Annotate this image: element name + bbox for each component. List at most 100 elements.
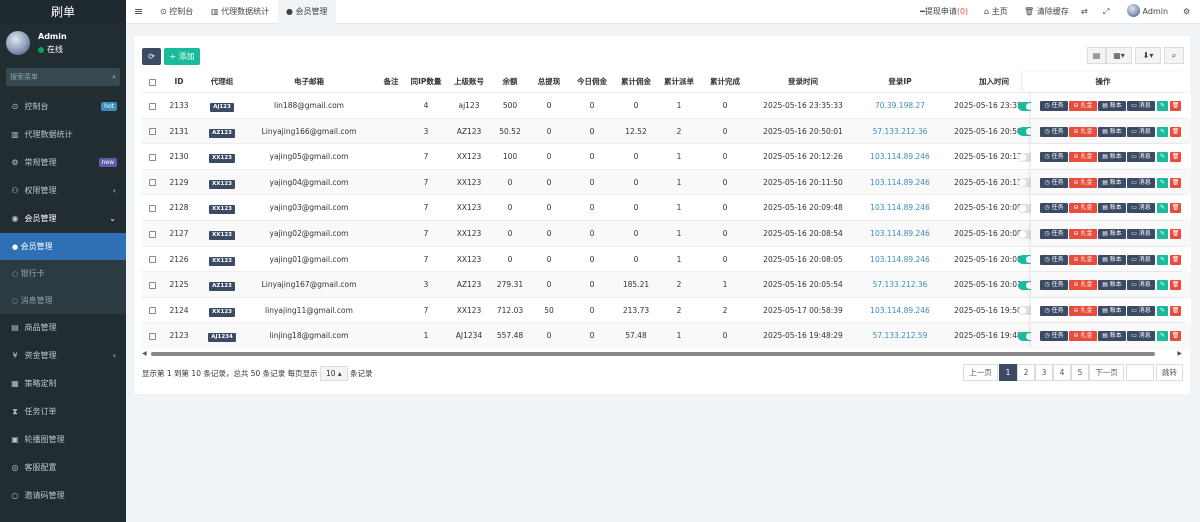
op-button-1[interactable]: ⊖ 扎金 [1069,280,1097,291]
menu-toggle-icon[interactable]: ≡ [134,0,143,24]
checkbox-icon[interactable] [148,78,156,86]
cell-login-ip[interactable]: 103.114.89.246 [860,195,940,220]
table-row[interactable]: 2133 Aj123 lin188@gmail.com 4 aj123 500 0 0 0 1 0 2… [142,92,1191,118]
table-row[interactable]: 2128 XX123 yajing03@gmail.com 7 XX123 0 0 0 0 1 0 2… [142,194,1191,221]
horizontal-scrollbar[interactable]: ◀ ▶ [142,350,1182,358]
page-2[interactable]: 2 [1017,364,1035,381]
op-button-3[interactable]: ▭ 消息 [1127,126,1155,137]
checkbox-icon[interactable] [148,204,156,212]
op-button-1[interactable]: ⊖ 扎金 [1069,152,1097,163]
op-button-2[interactable]: ▤ 账本 [1098,305,1126,316]
scrollbar-thumb[interactable] [151,352,1155,356]
cell-login-ip[interactable]: 57.133.212.36 [860,119,940,144]
checkbox-icon[interactable] [148,153,156,161]
row-checkbox[interactable] [142,93,162,118]
sidebar-item2-4[interactable]: ▣ 轮播图管理 [0,426,126,454]
column-header[interactable]: 余额 [492,72,528,92]
row-checkbox[interactable] [142,119,162,144]
checkbox-icon[interactable] [148,230,156,238]
edit-icon[interactable]: ✎ [1157,152,1168,163]
page-4[interactable]: 4 [1053,364,1071,381]
row-checkbox[interactable] [142,272,162,297]
checkbox-icon[interactable] [148,102,156,110]
clear-cache-button[interactable]: 🗑 清除缓存 [1024,0,1069,24]
cell-login-ip[interactable]: 103.114.89.246 [860,144,940,169]
cell-login-ip[interactable]: 103.114.89.246 [860,170,940,195]
edit-icon[interactable]: ✎ [1157,203,1168,214]
sidebar-subitem-2[interactable]: ○ 消息管理 [0,287,126,314]
op-button-0[interactable]: ◷ 任务 [1040,280,1068,291]
edit-icon[interactable]: ✎ [1157,126,1168,137]
sidebar-item2-6[interactable]: ○ 邀请码管理 [0,482,126,510]
toggle-view-icon[interactable]: ▤ [1087,47,1106,64]
column-header[interactable]: 代理组 [200,72,244,92]
op-button-0[interactable]: ◷ 任务 [1040,177,1068,188]
row-checkbox[interactable] [142,298,162,323]
home-link[interactable]: ⌂ 主页 [984,0,1008,24]
column-header[interactable]: 同IP数量 [408,72,444,92]
op-button-1[interactable]: ⊖ 扎金 [1069,254,1097,265]
delete-icon[interactable]: 🗑 [1170,126,1181,137]
op-button-3[interactable]: ▭ 消息 [1127,254,1155,265]
op-button-2[interactable]: ▤ 账本 [1098,229,1126,239]
fullscreen-icon[interactable]: ⤢ [1103,0,1109,24]
op-button-1[interactable]: ⊖ 扎金 [1069,177,1097,188]
edit-icon[interactable]: ✎ [1157,305,1168,316]
table-row[interactable]: 2126 XX123 yajing01@gmail.com 7 XX123 0 0 0 0 1 0 2… [142,245,1191,272]
op-button-2[interactable]: ▤ 账本 [1098,331,1126,342]
table-row[interactable]: 2125 AZ123 Linyajing167@gmail.com 3 AZ123 279… [142,271,1191,298]
checkbox-icon[interactable] [148,281,156,289]
export-icon[interactable]: ⬇▾ [1135,47,1161,64]
op-button-0[interactable]: ◷ 任务 [1040,254,1068,265]
edit-icon[interactable]: ✎ [1157,280,1168,291]
op-button-3[interactable]: ▭ 消息 [1127,280,1155,291]
op-button-0[interactable]: ◷ 任务 [1040,331,1068,342]
op-button-3[interactable]: ▭ 消息 [1127,229,1155,239]
row-checkbox[interactable] [142,221,162,246]
menu-search-input[interactable]: 搜索菜单 ⌕ [6,68,120,86]
tab-dashboard[interactable]: ⊙ 控制台 [160,0,193,24]
refresh-button[interactable]: ⟳ [142,48,161,65]
next-page-button[interactable]: 下一页 [1089,364,1124,381]
delete-icon[interactable]: 🗑 [1170,203,1181,214]
cell-login-ip[interactable]: 103.114.89.246 [860,247,940,272]
row-checkbox[interactable] [142,144,162,169]
gears-icon[interactable]: ⚙ [1183,0,1190,24]
cell-login-ip[interactable]: 103.114.89.246 [860,298,940,323]
add-button[interactable]: + 添加 [164,48,200,65]
delete-icon[interactable]: 🗑 [1170,331,1181,342]
op-button-3[interactable]: ▭ 消息 [1127,101,1155,111]
delete-icon[interactable]: 🗑 [1170,254,1181,265]
op-button-0[interactable]: ◷ 任务 [1040,203,1068,214]
page-3[interactable]: 3 [1035,364,1053,381]
column-header[interactable]: 登录IP [860,72,940,92]
checkbox-icon[interactable] [148,128,156,136]
sidebar-item2-2[interactable]: ▦ 策略定制 [0,370,126,398]
column-header[interactable]: 今日佣金 [572,72,612,92]
table-row[interactable]: 2130 XX123 yajing05@gmail.com 7 XX123 100 0 0 0 1… [142,143,1191,170]
op-button-3[interactable]: ▭ 消息 [1127,177,1155,188]
op-button-0[interactable]: ◷ 任务 [1040,101,1068,111]
delete-icon[interactable]: 🗑 [1170,177,1181,188]
column-header[interactable]: 上级账号 [448,72,490,92]
op-button-0[interactable]: ◷ 任务 [1040,152,1068,163]
table-row[interactable]: 2123 AJ1234 linjing18@gmail.com 1 AJ1234 557.… [142,322,1191,349]
sidebar-item-0[interactable]: ⊙ 控制台 hot [0,93,126,121]
edit-icon[interactable]: ✎ [1157,101,1168,111]
column-header[interactable]: 登录时间 [748,72,858,92]
edit-icon[interactable]: ✎ [1157,331,1168,342]
op-button-2[interactable]: ▤ 账本 [1098,203,1126,214]
checkbox-icon[interactable] [148,332,156,340]
cell-login-ip[interactable]: 57.133.212.36 [860,272,940,297]
table-row[interactable]: 2127 XX123 yajing02@gmail.com 7 XX123 0 0 0 0 1 0 2… [142,220,1191,246]
op-button-1[interactable]: ⊖ 扎金 [1069,305,1097,316]
column-header[interactable]: 累计佣金 [616,72,656,92]
op-button-1[interactable]: ⊖ 扎金 [1069,229,1097,239]
delete-icon[interactable]: 🗑 [1170,152,1181,163]
delete-icon[interactable]: 🗑 [1170,280,1181,291]
sidebar-item-4[interactable]: ◉ 会员管理 ⌄ [0,205,126,233]
edit-icon[interactable]: ✎ [1157,177,1168,188]
row-checkbox[interactable] [142,195,162,220]
edit-icon[interactable]: ✎ [1157,254,1168,265]
op-button-2[interactable]: ▤ 账本 [1098,177,1126,188]
